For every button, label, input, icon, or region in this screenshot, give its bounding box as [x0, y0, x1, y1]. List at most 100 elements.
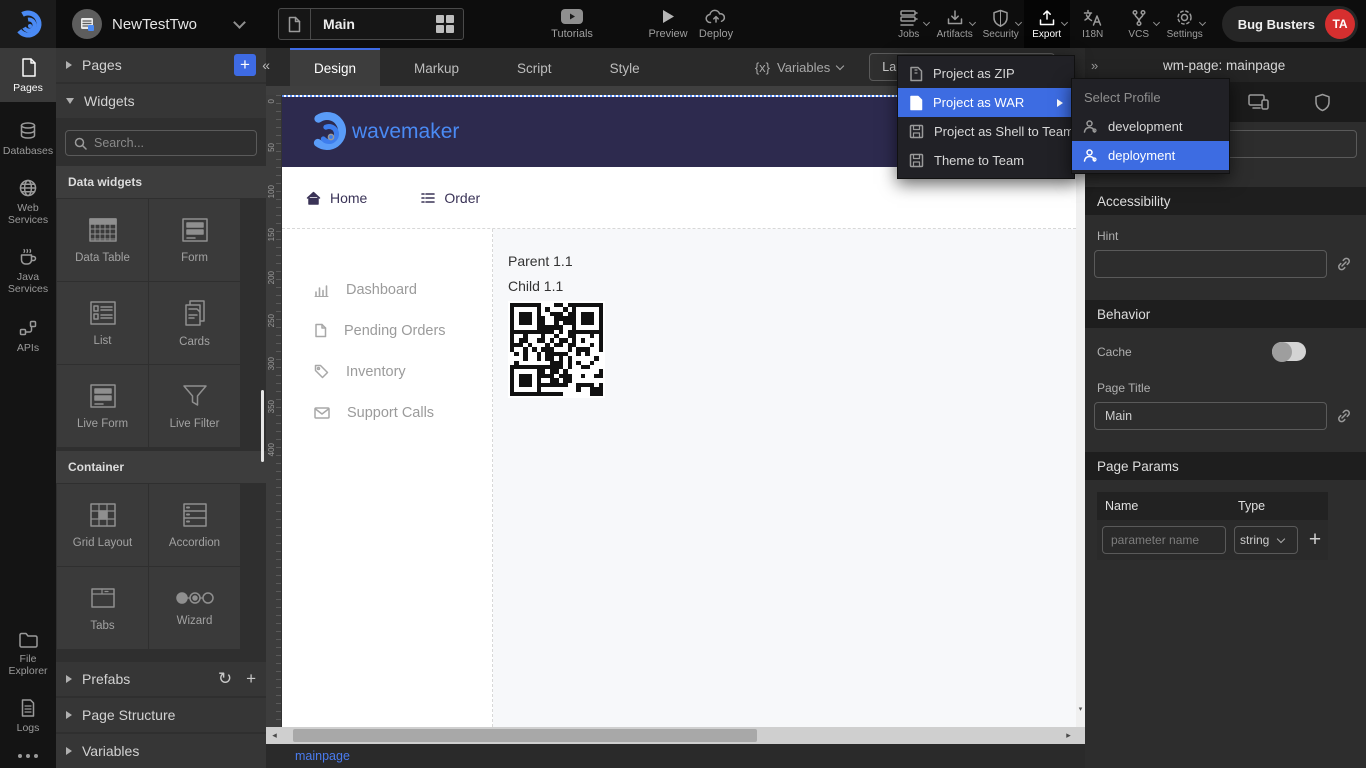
widget-form[interactable]: Form — [149, 199, 240, 281]
panel-scrollbar[interactable] — [261, 390, 264, 462]
sidebar-item-logs[interactable]: Logs — [0, 689, 56, 742]
logs-icon — [19, 698, 37, 718]
widget-tabs[interactable]: Tabs — [57, 567, 148, 649]
section-accessibility[interactable]: Accessibility — [1085, 187, 1366, 215]
sidebar-item-file-explorer[interactable]: File Explorer — [0, 622, 56, 685]
artifacts-button[interactable]: Artifacts — [932, 0, 978, 48]
hscroll-thumb[interactable] — [293, 729, 757, 742]
widget-live-filter[interactable]: Live Filter — [149, 365, 240, 447]
menu-item-project-as-zip[interactable]: Project as ZIP — [898, 59, 1074, 88]
i18n-button[interactable]: I18N — [1070, 0, 1116, 48]
jobs-button[interactable]: Jobs — [886, 0, 932, 48]
menu-item-pending-orders[interactable]: Pending Orders — [282, 310, 492, 351]
widget-data-table[interactable]: Data Table — [57, 199, 148, 281]
sidebar-item-databases[interactable]: Databases — [0, 112, 56, 165]
deploy-button[interactable]: Deploy — [692, 8, 740, 40]
sidebar-item-pages[interactable]: Pages — [0, 48, 56, 102]
expand-panel-icon[interactable]: » — [1085, 58, 1106, 73]
export-button[interactable]: Export — [1024, 0, 1070, 48]
status-page-link[interactable]: mainpage — [295, 749, 350, 763]
menu-item-inventory[interactable]: Inventory — [282, 351, 492, 392]
wavemaker-ide: NewTestTwo Main Tutorials Preview — [0, 0, 1366, 768]
devices-icon[interactable] — [1247, 93, 1271, 111]
page-structure-section-header[interactable]: Page Structure — [56, 698, 266, 732]
widgets-section-header[interactable]: Widgets — [56, 84, 266, 118]
canvas-nav-order[interactable]: Order — [421, 190, 480, 206]
tutorials-button[interactable]: Tutorials — [540, 8, 604, 40]
vcs-button[interactable]: VCS — [1116, 0, 1162, 48]
child-label[interactable]: Child 1.1 — [508, 278, 1076, 294]
folder-icon — [18, 631, 39, 649]
section-page-params[interactable]: Page Params — [1085, 452, 1366, 480]
variables-dropdown[interactable]: {x} Variables — [755, 60, 843, 75]
triangle-right-icon — [66, 747, 72, 755]
param-type-select[interactable]: string — [1234, 526, 1298, 554]
sidebar-item-web-services[interactable]: Web Services — [0, 169, 56, 234]
security-button[interactable]: Security — [978, 0, 1024, 48]
canvas-content-area[interactable]: Parent 1.1 Child 1.1 — [493, 229, 1076, 727]
branch-icon — [1130, 9, 1148, 27]
menu-item-support-calls[interactable]: Support Calls — [282, 392, 492, 433]
page-layout-grid-icon[interactable] — [436, 15, 454, 33]
tab-design[interactable]: Design — [290, 48, 380, 86]
param-name-input[interactable] — [1102, 526, 1226, 554]
canvas-nav-home[interactable]: Home — [306, 190, 367, 206]
canvas-horizontal-scrollbar[interactable]: ◂ ▸ — [266, 727, 1085, 744]
translate-icon — [1083, 9, 1103, 27]
parent-label[interactable]: Parent 1.1 — [508, 253, 1076, 269]
section-behavior[interactable]: Behavior — [1085, 300, 1366, 328]
hint-input[interactable] — [1094, 250, 1327, 278]
chevron-down-icon — [1153, 19, 1160, 26]
sidebar-item-apis[interactable]: APIs — [0, 309, 56, 362]
widget-live-form[interactable]: Live Form — [57, 365, 148, 447]
menu-item-project-as-shell[interactable]: Project as Shell to Team — [898, 117, 1074, 146]
avatar[interactable]: TA — [1325, 9, 1355, 39]
sidebar-item-java-services[interactable]: Java Services — [0, 238, 56, 303]
refresh-icon[interactable]: ↻ — [218, 669, 232, 689]
project-switcher[interactable]: NewTestTwo — [72, 9, 244, 39]
more-options-icon[interactable] — [0, 742, 56, 768]
widget-cards[interactable]: Cards — [149, 282, 240, 364]
add-param-button[interactable]: + — [1302, 528, 1328, 552]
page-params-table: Name Type string + — [1097, 492, 1328, 560]
canvas-ruler: 0 50 100 150 200 250 300 350 400 — [266, 95, 282, 727]
widget-search[interactable] — [65, 130, 257, 156]
scroll-left-icon[interactable]: ◂ — [266, 727, 283, 744]
tab-script[interactable]: Script — [493, 48, 576, 86]
widget-grid-layout[interactable]: Grid Layout — [57, 484, 148, 566]
collapse-panel-icon[interactable]: « — [262, 57, 270, 73]
menu-item-development-profile[interactable]: development — [1072, 112, 1229, 141]
open-page-tab[interactable]: Main — [278, 8, 464, 40]
canvas-vertical-scrollbar[interactable]: ▾ — [1076, 95, 1085, 727]
cache-toggle[interactable] — [1272, 342, 1306, 361]
security-shield-icon[interactable] — [1314, 93, 1331, 112]
design-canvas[interactable]: wavemaker Home Order — [282, 95, 1076, 727]
pages-section-header[interactable]: Pages + — [56, 48, 266, 82]
scroll-down-icon[interactable]: ▾ — [1076, 705, 1085, 713]
prefabs-section-header[interactable]: Prefabs ↻ + — [56, 662, 266, 696]
page-title-input[interactable] — [1094, 402, 1327, 430]
preview-button[interactable]: Preview — [644, 8, 692, 40]
settings-button[interactable]: Settings — [1162, 0, 1208, 48]
scroll-right-icon[interactable]: ▸ — [1060, 727, 1077, 744]
menu-item-theme-to-team[interactable]: Theme to Team — [898, 146, 1074, 175]
bind-link-icon[interactable] — [1335, 407, 1357, 425]
zip-file-icon — [909, 66, 923, 82]
menu-item-project-as-war[interactable]: Project as WAR — [898, 88, 1074, 117]
add-page-button[interactable]: + — [234, 54, 256, 76]
bind-link-icon[interactable] — [1335, 255, 1357, 273]
wavemaker-logo[interactable] — [0, 0, 56, 48]
tab-style[interactable]: Style — [586, 48, 664, 86]
group-header-data-widgets: Data widgets — [56, 166, 266, 198]
widget-search-input[interactable] — [94, 136, 248, 150]
variables-brace-icon: {x} — [755, 60, 770, 75]
variables-section-header[interactable]: Variables — [56, 734, 266, 768]
widget-wizard[interactable]: Wizard — [149, 567, 240, 649]
team-button[interactable]: Bug Busters TA — [1222, 6, 1358, 42]
menu-item-dashboard[interactable]: Dashboard — [282, 269, 492, 310]
add-prefab-button[interactable]: + — [246, 669, 256, 689]
widget-list[interactable]: List — [57, 282, 148, 364]
tab-markup[interactable]: Markup — [390, 48, 483, 86]
widget-accordion[interactable]: Accordion — [149, 484, 240, 566]
menu-item-deployment-profile[interactable]: deployment — [1072, 141, 1229, 170]
